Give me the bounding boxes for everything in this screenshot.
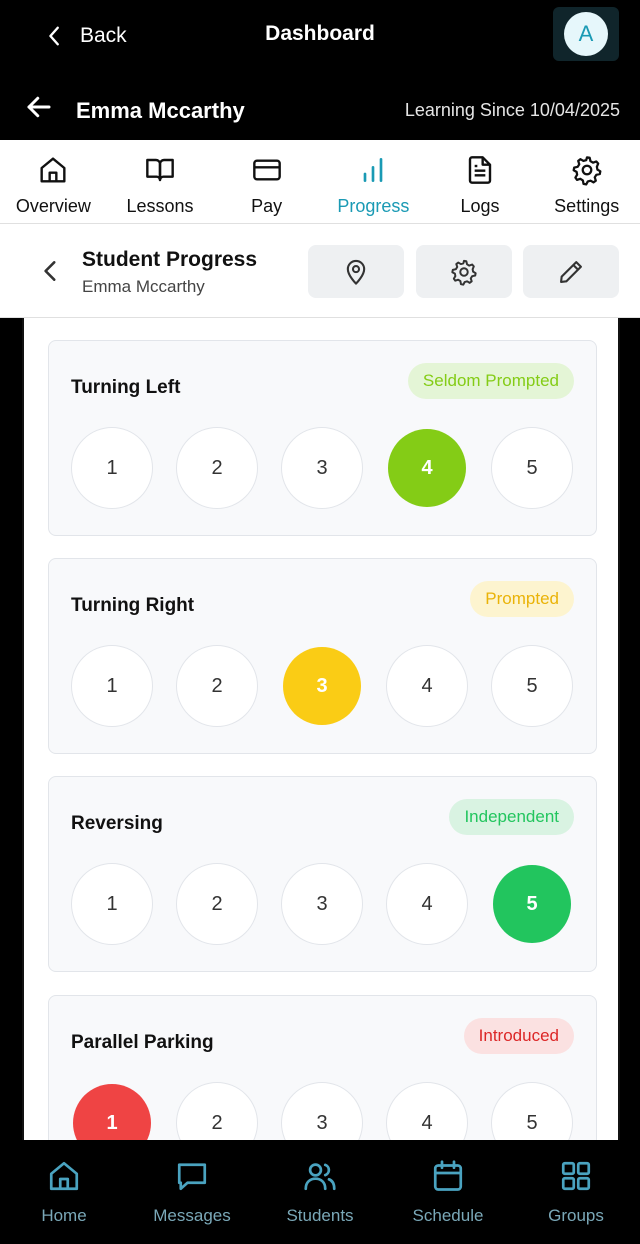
learning-since: Learning Since 10/04/2025 <box>404 100 620 120</box>
rating-option-selected[interactable]: 3 <box>283 647 361 725</box>
top-app-bar: Back Dashboard A <box>0 0 640 72</box>
tab-lessons[interactable]: Lessons <box>107 140 214 223</box>
rating-option[interactable]: 1 <box>71 427 153 509</box>
nav-label: Messages <box>153 1206 231 1225</box>
nav-schedule[interactable]: Schedule <box>384 1140 512 1244</box>
settings-button[interactable] <box>416 245 512 298</box>
progress-list[interactable]: Turning Left Seldom Prompted 1 2 3 4 5 T… <box>22 318 620 1140</box>
nav-label: Students <box>286 1206 354 1225</box>
gear-icon <box>451 259 477 286</box>
skill-card: Turning Right Prompted 1 2 3 4 5 <box>48 558 597 754</box>
users-icon <box>304 1163 336 1191</box>
avatar-button[interactable]: A <box>553 7 619 61</box>
avatar: A <box>564 12 608 56</box>
rating-option[interactable]: 4 <box>386 1082 468 1140</box>
tab-label: Settings <box>554 196 620 216</box>
tab-label: Logs <box>460 196 500 216</box>
bottom-navigation: Home Messages Students Schedule Groups <box>0 1140 640 1244</box>
rating-option-selected[interactable]: 4 <box>388 429 466 507</box>
tab-pay[interactable]: Pay <box>213 140 320 223</box>
home-icon <box>49 1161 79 1191</box>
skill-card: Turning Left Seldom Prompted 1 2 3 4 5 <box>48 340 597 536</box>
rating-option[interactable]: 5 <box>491 1082 573 1140</box>
tab-label: Lessons <box>126 196 194 216</box>
rating-option[interactable]: 2 <box>176 1082 258 1140</box>
section-title: Student Progress <box>82 248 258 271</box>
skill-card: Parallel Parking Introduced 1 2 3 4 5 <box>48 995 597 1140</box>
tab-label: Overview <box>15 196 91 216</box>
nav-students[interactable]: Students <box>256 1140 384 1244</box>
tab-overview[interactable]: Overview <box>0 140 107 223</box>
book-icon <box>146 158 174 182</box>
status-badge: Introduced <box>463 1018 574 1054</box>
rating-option[interactable]: 1 <box>71 863 153 945</box>
tab-settings[interactable]: Settings <box>533 140 640 223</box>
bar-chart-icon <box>364 158 383 182</box>
chat-icon <box>177 1163 207 1191</box>
nav-home[interactable]: Home <box>0 1140 128 1244</box>
rating-option-selected[interactable]: 1 <box>73 1084 151 1140</box>
calendar-icon <box>433 1160 463 1191</box>
tab-label: Pay <box>251 196 283 216</box>
rating-option[interactable]: 1 <box>71 645 153 727</box>
location-button[interactable] <box>308 245 404 298</box>
rating-option[interactable]: 2 <box>176 645 258 727</box>
skill-card: Reversing Independent 1 2 3 4 5 <box>48 776 597 972</box>
rating-option[interactable]: 4 <box>386 645 468 727</box>
nav-groups[interactable]: Groups <box>512 1140 640 1244</box>
rating-option[interactable]: 3 <box>281 863 363 945</box>
nav-label: Groups <box>548 1206 604 1225</box>
map-pin-icon <box>346 259 366 285</box>
skill-title: Parallel Parking <box>71 1032 214 1053</box>
skill-title: Reversing <box>71 813 163 834</box>
rating-option[interactable]: 5 <box>491 427 573 509</box>
progress-header: Student Progress Emma Mccarthy <box>0 224 640 318</box>
skill-title: Turning Right <box>71 595 195 616</box>
student-name: Emma Mccarthy <box>76 98 245 123</box>
status-badge: Prompted <box>470 581 574 617</box>
rating-option[interactable]: 4 <box>386 863 468 945</box>
rating-option-selected[interactable]: 5 <box>493 865 571 943</box>
page-title: Dashboard <box>265 22 375 45</box>
pencil-icon <box>560 260 582 283</box>
grid-icon <box>561 1161 591 1191</box>
arrow-left-icon[interactable] <box>24 92 54 122</box>
nav-label: Home <box>41 1206 87 1225</box>
document-icon <box>468 156 492 184</box>
rating-option[interactable]: 5 <box>491 645 573 727</box>
tab-progress[interactable]: Progress <box>320 140 427 223</box>
section-subtitle: Emma Mccarthy <box>82 277 205 296</box>
student-header: Emma Mccarthy Learning Since 10/04/2025 <box>0 72 640 140</box>
rating-option[interactable]: 3 <box>281 427 363 509</box>
rating-option[interactable]: 2 <box>176 863 258 945</box>
card-icon <box>252 159 281 181</box>
edit-button[interactable] <box>523 245 619 298</box>
tab-label: Progress <box>337 196 410 216</box>
nav-messages[interactable]: Messages <box>128 1140 256 1244</box>
skill-title: Turning Left <box>71 377 181 398</box>
chevron-left-icon[interactable] <box>38 258 64 284</box>
section-tabs: Overview Lessons Pay Progress Logs Setti… <box>0 140 640 224</box>
status-badge: Seldom Prompted <box>407 363 574 399</box>
rating-option[interactable]: 3 <box>281 1082 363 1140</box>
tab-logs[interactable]: Logs <box>427 140 534 223</box>
nav-label: Schedule <box>412 1206 484 1225</box>
home-icon <box>40 157 66 183</box>
gear-icon <box>572 156 602 186</box>
status-badge: Independent <box>449 799 574 835</box>
rating-option[interactable]: 2 <box>176 427 258 509</box>
